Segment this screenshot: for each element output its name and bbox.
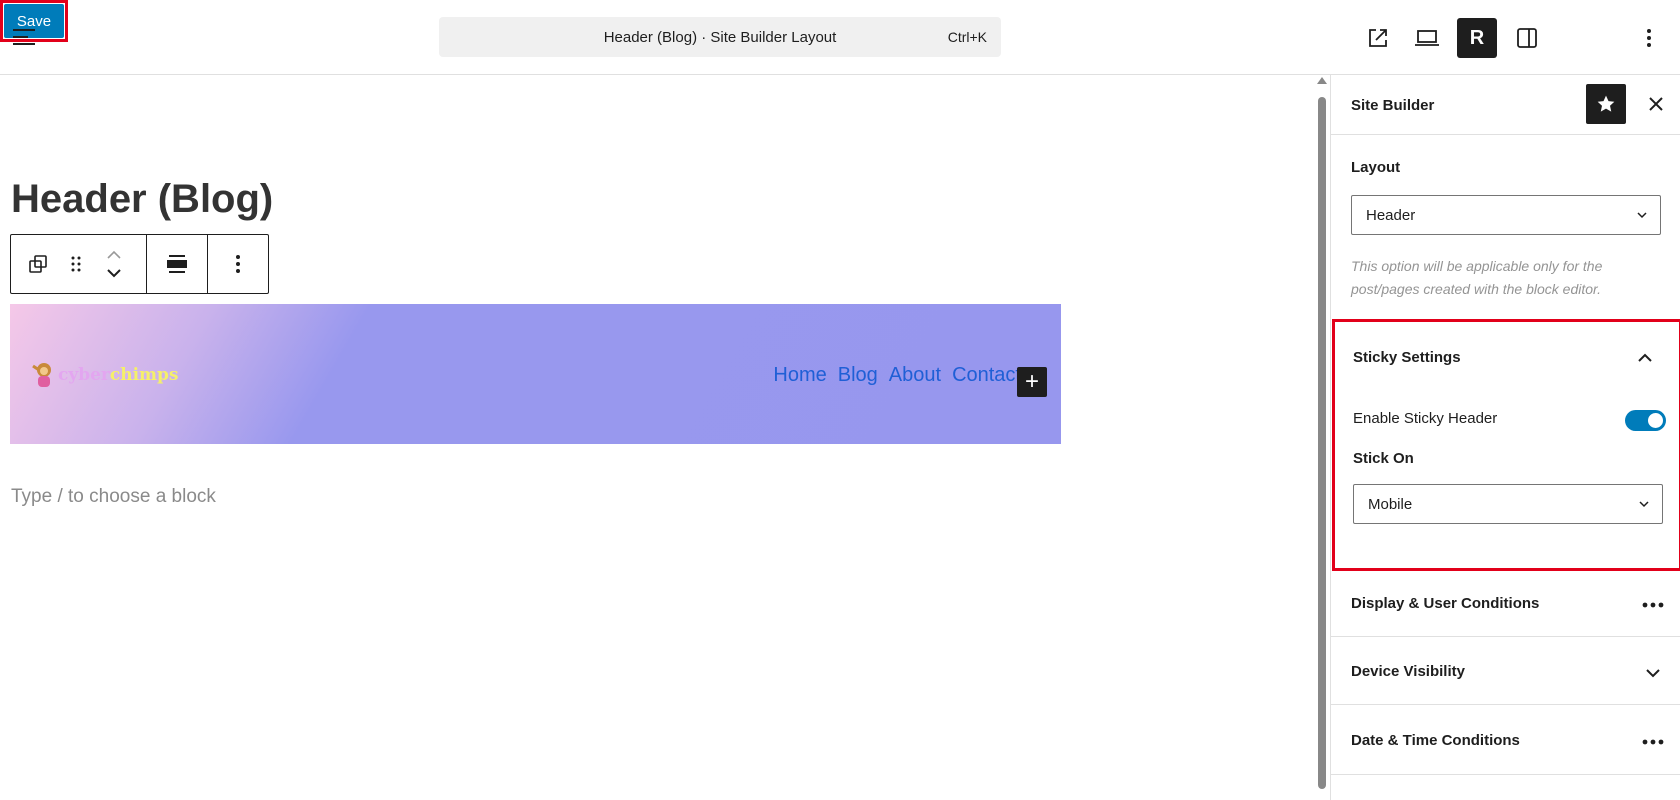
stick-on-select[interactable]: Mobile	[1353, 484, 1663, 524]
toggle-knob	[1648, 413, 1663, 428]
plugin-r-button[interactable]: R	[1457, 18, 1497, 58]
nav-item-home[interactable]: Home	[773, 364, 826, 387]
site-logo[interactable]: cyber chimps	[30, 360, 179, 390]
more-horizontal-icon[interactable]	[1639, 595, 1667, 615]
block-toolbar	[10, 234, 269, 294]
settings-sidebar: Site Builder Layout Header This option w…	[1330, 75, 1680, 800]
section-title: Device Visibility	[1351, 663, 1465, 680]
nav-item-contact[interactable]: Contact	[952, 364, 1021, 387]
enable-sticky-label: Enable Sticky Header	[1353, 410, 1498, 427]
align-wide-icon[interactable]	[158, 235, 196, 293]
document-title: Header (Blog) · Site Builder Layout	[603, 28, 837, 46]
nav-item-about[interactable]: About	[889, 364, 941, 387]
page-title[interactable]: Header (Blog)	[11, 177, 273, 222]
star-pin-icon[interactable]	[1586, 84, 1626, 124]
editor-canvas: Header (Blog) cyber chimps Home Blog Abo…	[0, 75, 1327, 800]
desktop-preview-icon[interactable]	[1408, 20, 1446, 56]
document-overview-icon[interactable]	[8, 20, 42, 54]
stick-on-select-value: Mobile	[1368, 495, 1413, 513]
layout-label: Layout	[1351, 159, 1401, 176]
scroll-up-arrow-icon[interactable]	[1317, 77, 1327, 84]
navigation-menu: Home Blog About Contact	[773, 364, 1021, 387]
sidebar-title: Site Builder	[1351, 97, 1435, 114]
section-device-visibility[interactable]: Device Visibility	[1331, 637, 1680, 705]
nav-item-blog[interactable]: Blog	[838, 364, 878, 387]
layout-help-text: This option will be applicable only for …	[1351, 258, 1603, 297]
chevron-down-icon	[1637, 212, 1647, 219]
logo-text-cyber: cyber	[58, 365, 110, 385]
section-title: Display & User Conditions	[1351, 595, 1540, 612]
block-options-icon[interactable]	[219, 235, 257, 293]
header-block-preview[interactable]: cyber chimps Home Blog About Contact	[10, 304, 1061, 444]
block-toolbar-group-main	[11, 235, 147, 293]
move-block-controls	[95, 235, 133, 293]
chimp-mascot-icon	[32, 363, 51, 387]
command-palette-bar[interactable]: Header (Blog) · Site Builder Layout Ctrl…	[439, 17, 1001, 57]
stick-on-label: Stick On	[1353, 450, 1414, 467]
chevron-down-icon[interactable]	[1639, 663, 1667, 683]
block-toolbar-group-align	[147, 235, 208, 293]
section-date-time-conditions[interactable]: Date & Time Conditions	[1331, 705, 1680, 775]
logo-text-chimps: chimps	[109, 365, 179, 385]
section-title: Date & Time Conditions	[1351, 732, 1520, 749]
transform-block-icon[interactable]	[19, 235, 57, 293]
move-up-icon[interactable]	[106, 250, 122, 260]
drag-handle-icon[interactable]	[57, 235, 95, 293]
block-toolbar-group-options	[208, 235, 268, 293]
canvas-scrollbar[interactable]	[1316, 75, 1328, 800]
chevron-up-icon[interactable]	[1637, 352, 1653, 364]
sidebar-header: Site Builder	[1331, 75, 1680, 135]
more-options-icon[interactable]	[1634, 20, 1664, 56]
shortcut-hint: Ctrl+K	[947, 29, 987, 45]
section-display-user-conditions[interactable]: Display & User Conditions	[1331, 571, 1680, 637]
add-block-button[interactable]: +	[1017, 367, 1047, 397]
view-external-icon[interactable]	[1360, 20, 1396, 56]
block-placeholder[interactable]: Type / to choose a block	[11, 486, 216, 508]
chevron-down-icon	[1639, 501, 1649, 508]
layout-select[interactable]: Header	[1351, 195, 1661, 235]
top-toolbar: Header (Blog) · Site Builder Layout Ctrl…	[0, 0, 1680, 75]
settings-sidebar-icon[interactable]	[1509, 20, 1545, 56]
close-icon[interactable]	[1641, 89, 1671, 119]
sticky-settings-title[interactable]: Sticky Settings	[1353, 349, 1461, 366]
more-horizontal-icon[interactable]	[1639, 732, 1667, 752]
enable-sticky-toggle[interactable]	[1625, 410, 1666, 431]
move-down-icon[interactable]	[106, 268, 122, 278]
layout-select-value: Header	[1366, 206, 1416, 224]
scroll-thumb[interactable]	[1318, 97, 1326, 789]
sticky-settings-panel: Sticky Settings Enable Sticky Header Sti…	[1332, 319, 1680, 571]
